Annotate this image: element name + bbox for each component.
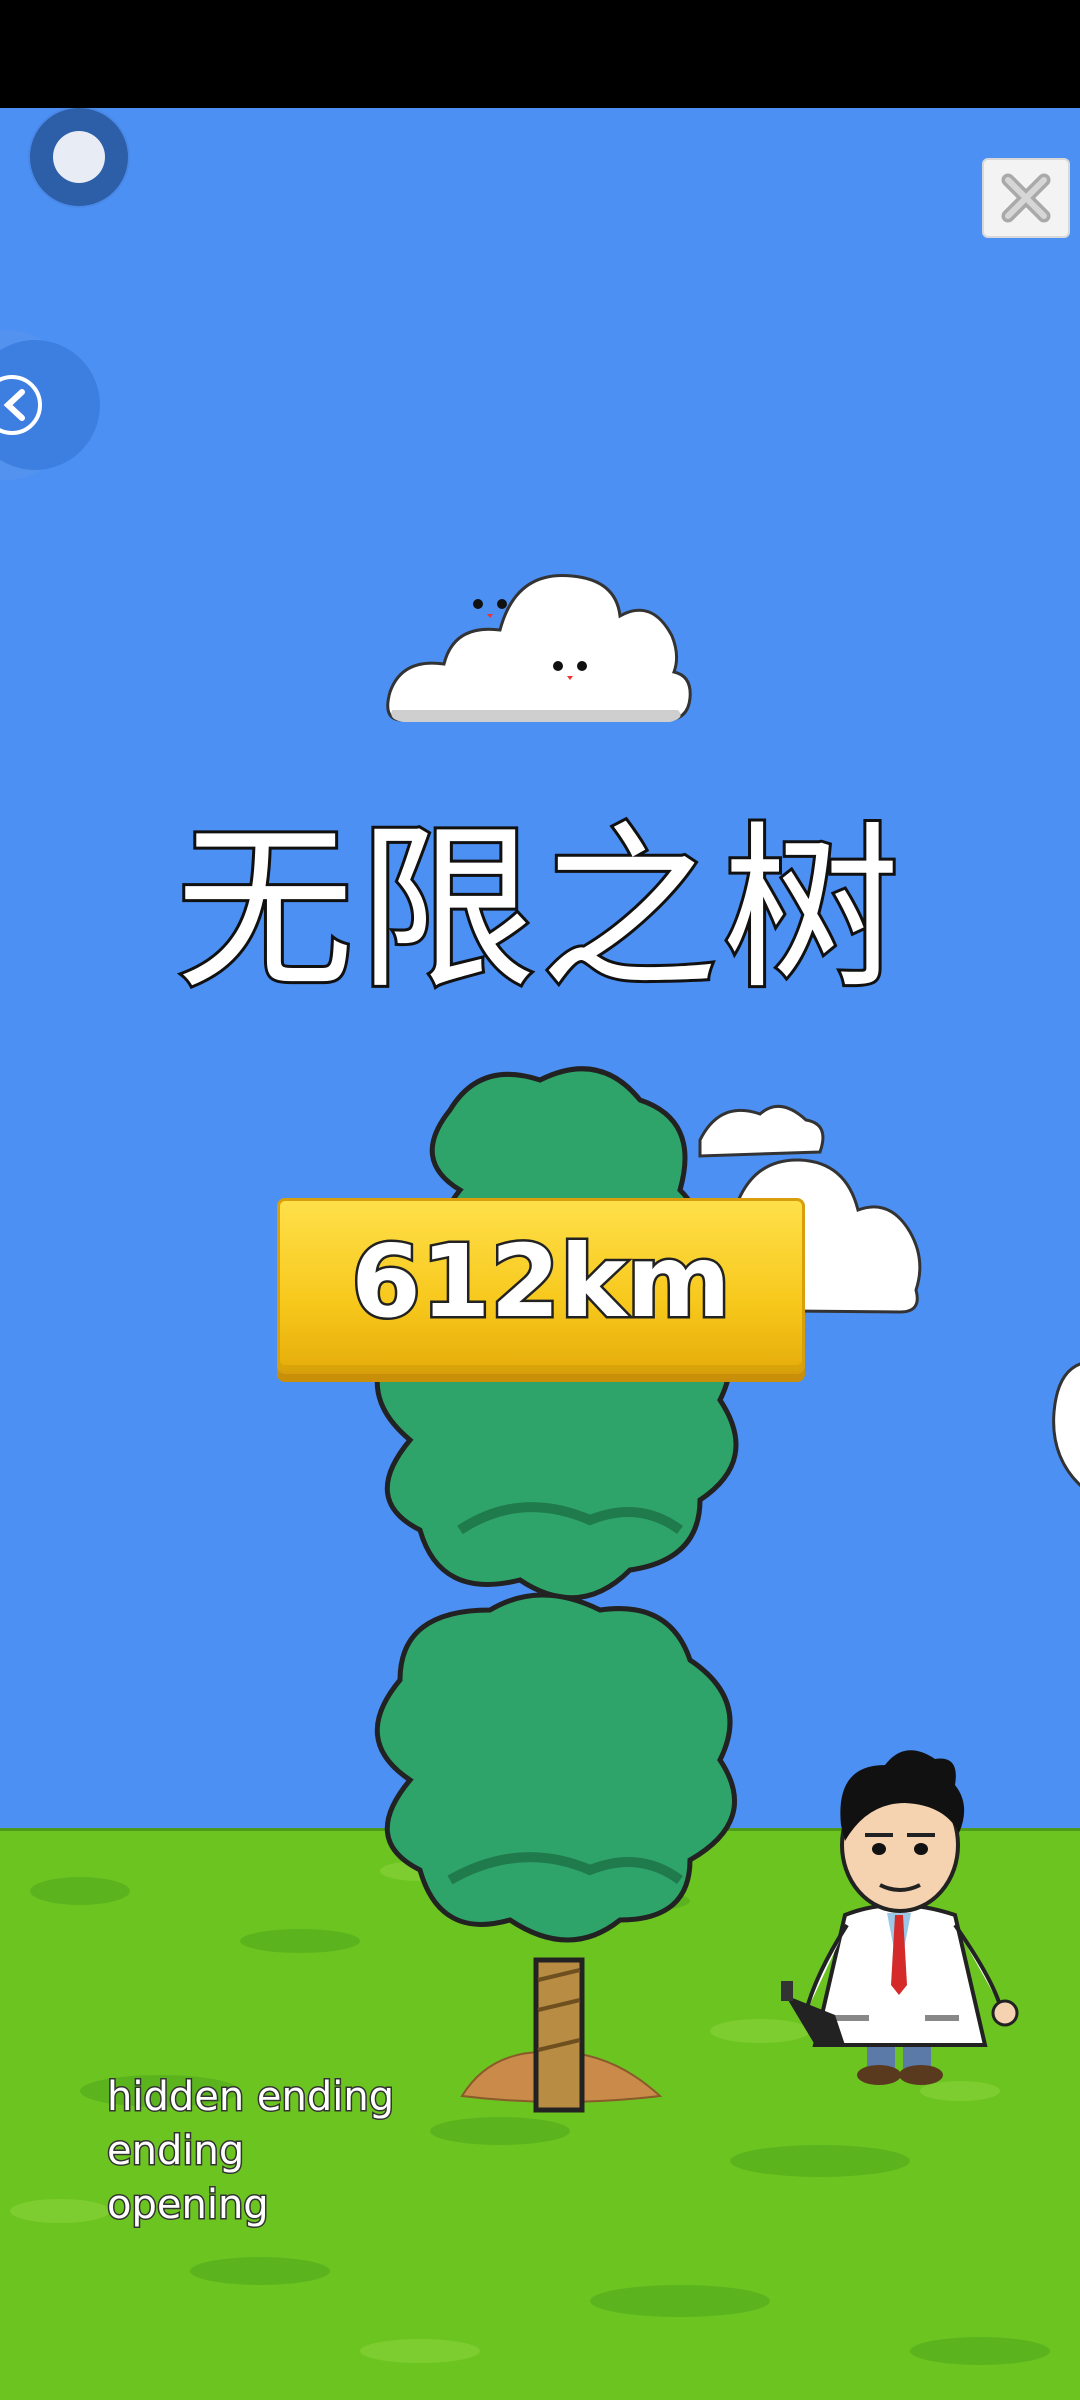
- side-back-tab[interactable]: [0, 330, 100, 480]
- close-button[interactable]: [982, 158, 1070, 238]
- ending-item-ending[interactable]: ending: [105, 2124, 394, 2178]
- ending-item-opening[interactable]: opening: [105, 2178, 394, 2232]
- game-title: 无限之树: [173, 806, 904, 1013]
- ending-item-hidden[interactable]: hidden ending: [105, 2070, 395, 2124]
- record-button[interactable]: [30, 108, 128, 206]
- close-icon: [1001, 173, 1051, 223]
- distance-sign: 612km: [277, 1198, 805, 1374]
- cloud-edge-right: [1052, 1362, 1080, 1488]
- cloud-with-faces: [386, 573, 692, 722]
- game-screen: 无限之树 612km hidden ending ending opening: [0, 0, 1080, 2400]
- distance-value: 612km: [349, 1221, 733, 1343]
- back-icon: [0, 375, 42, 435]
- record-icon: [53, 131, 105, 183]
- scientist-character: [781, 1750, 1019, 2085]
- endings-list: hidden ending ending opening: [105, 2070, 395, 2232]
- status-bar: [0, 0, 1080, 108]
